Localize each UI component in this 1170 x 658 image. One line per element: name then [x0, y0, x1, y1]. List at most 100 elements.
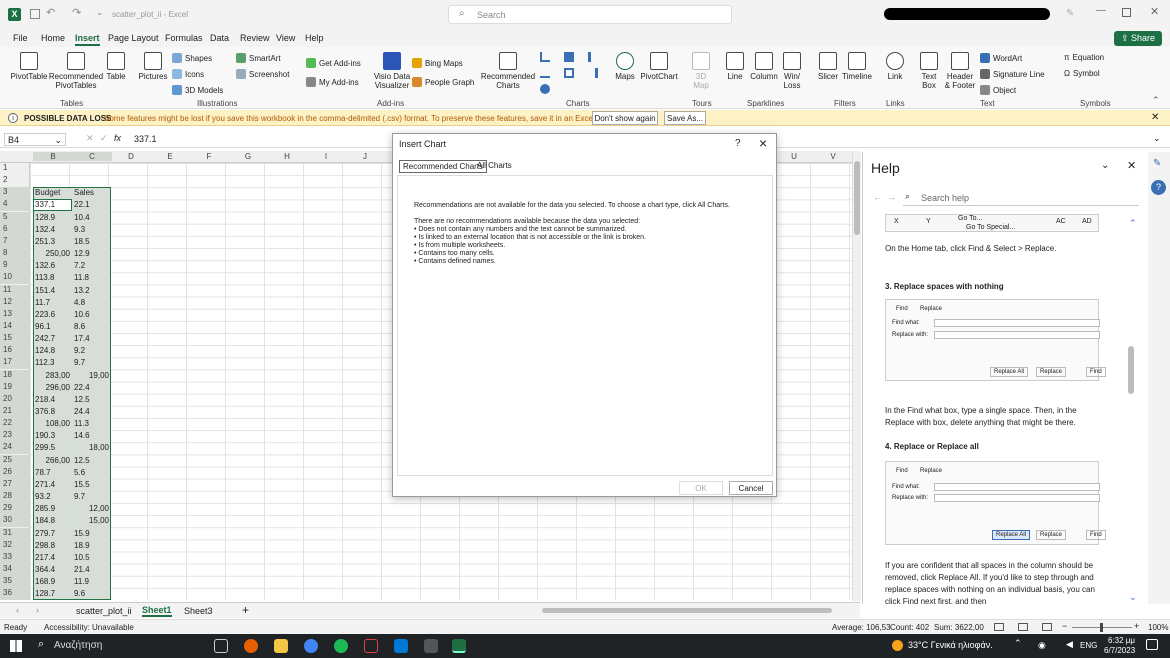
cell-sales[interactable]: 15.5 — [74, 479, 90, 491]
menu-data[interactable]: Data — [210, 33, 229, 43]
row-header[interactable]: 3 — [0, 187, 30, 200]
cell-budget[interactable]: 266,00 — [33, 455, 70, 467]
row-header[interactable]: 11 — [0, 284, 30, 297]
worksheet-vertical-scrollbar[interactable] — [852, 151, 861, 601]
share-button[interactable]: ⇪ Share — [1114, 31, 1162, 46]
symbol-button[interactable]: Ω Symbol — [1064, 69, 1100, 78]
row-header[interactable]: 30 — [0, 515, 30, 528]
help-icon[interactable]: ? — [1151, 180, 1166, 195]
cell-budget[interactable]: 376.8 — [35, 406, 55, 418]
hscroll-thumb[interactable] — [542, 608, 832, 613]
equation-button[interactable]: π Equation — [1064, 53, 1104, 62]
pen-icon[interactable]: ✎ — [1153, 158, 1161, 169]
column-header[interactable]: U — [774, 152, 814, 161]
row-header[interactable]: 17 — [0, 357, 30, 370]
cell-budget[interactable]: 168.9 — [35, 576, 55, 588]
column-header[interactable]: V — [813, 152, 853, 161]
ok-button[interactable]: OK — [679, 481, 723, 495]
winloss-button[interactable]: Win/ Loss — [780, 52, 804, 90]
row-header[interactable]: 27 — [0, 478, 30, 491]
zoom-in-icon[interactable]: + — [1134, 621, 1139, 631]
cell-sales[interactable]: 15.9 — [74, 528, 90, 540]
cell-budget[interactable]: 364.4 — [35, 564, 55, 576]
language-indicator[interactable]: ENG — [1080, 641, 1097, 650]
3d-map-button[interactable]: 3D Map — [688, 52, 714, 90]
cell-sales[interactable]: 18,00 — [72, 442, 109, 454]
cell-sales[interactable]: 18.5 — [74, 236, 90, 248]
row-header[interactable]: 10 — [0, 272, 30, 285]
next-sheet-icon[interactable]: › — [36, 605, 39, 615]
vscode-icon[interactable] — [394, 639, 408, 653]
cell-budget[interactable]: 298.8 — [35, 540, 55, 552]
statistic-chart-icon[interactable] — [564, 68, 574, 78]
cell-sales[interactable]: 13.2 — [74, 285, 90, 297]
people-graph-button[interactable]: People Graph — [412, 77, 474, 87]
page-break-view-icon[interactable] — [1042, 623, 1052, 631]
cell-budget[interactable]: 337.1 — [35, 199, 55, 211]
combo-chart-icon[interactable] — [588, 68, 598, 78]
row-header[interactable]: 14 — [0, 320, 30, 333]
sheet-tab-sheet1[interactable]: Sheet1 — [142, 605, 172, 617]
shapes-button[interactable]: Shapes — [172, 53, 212, 63]
row-header[interactable]: 35 — [0, 576, 30, 589]
clock-date[interactable]: 6/7/2023 — [1104, 646, 1135, 655]
cell-budget[interactable]: 128.7 — [35, 588, 55, 600]
clock-time[interactable]: 6:32 μμ — [1108, 636, 1135, 645]
cell-budget[interactable]: 242.7 — [35, 333, 55, 345]
row-header[interactable]: 34 — [0, 563, 30, 576]
row-header[interactable]: 2 — [0, 175, 30, 187]
waterfall-chart-icon[interactable] — [588, 52, 598, 62]
volume-icon[interactable]: ◀ — [1066, 639, 1073, 650]
cell-budget[interactable]: 96.1 — [35, 321, 51, 333]
wordart-button[interactable]: WordArt — [980, 53, 1022, 63]
cell-sales[interactable]: 21.4 — [74, 564, 90, 576]
cell-budget[interactable]: 285.9 — [35, 503, 55, 515]
cell-budget[interactable]: 108,00 — [33, 418, 70, 430]
task-view-icon[interactable] — [214, 639, 228, 653]
cell-budget[interactable]: 132.6 — [35, 260, 55, 272]
undo-icon[interactable]: ↶ — [46, 6, 55, 19]
cell-sales[interactable]: 18.9 — [74, 540, 90, 552]
cell-sales[interactable]: 19,00 — [72, 370, 109, 382]
timeline-button[interactable]: Timeline — [840, 52, 874, 81]
row-header[interactable]: 32 — [0, 539, 30, 552]
menu-review[interactable]: Review — [240, 33, 270, 43]
zoom-slider-thumb[interactable] — [1100, 623, 1103, 632]
row-header[interactable]: 33 — [0, 551, 30, 564]
cell-budget[interactable]: 283,00 — [33, 370, 70, 382]
cell-sales[interactable]: 24.4 — [74, 406, 90, 418]
close-window-button[interactable]: ✕ — [1150, 5, 1159, 18]
menu-help[interactable]: Help — [305, 33, 324, 43]
cell-budget[interactable]: 128.9 — [35, 212, 55, 224]
pen-icon[interactable]: ✎ — [1066, 8, 1074, 19]
row-header[interactable]: 7 — [0, 235, 30, 248]
help-close-icon[interactable]: ✕ — [1127, 159, 1136, 172]
cell-sales[interactable]: 9.2 — [74, 345, 85, 357]
cell-sales[interactable]: 10.6 — [74, 309, 90, 321]
row-header[interactable]: 12 — [0, 296, 30, 309]
save-icon[interactable] — [30, 9, 40, 19]
row-header[interactable]: 26 — [0, 466, 30, 479]
column-header[interactable]: D — [111, 152, 151, 161]
column-chart-icon[interactable] — [540, 52, 550, 62]
menu-file[interactable]: File — [13, 33, 28, 43]
dont-show-again-button[interactable]: Don't show again — [592, 111, 658, 125]
menu-view[interactable]: View — [276, 33, 295, 43]
cell-budget[interactable]: 190.3 — [35, 430, 55, 442]
dialog-help-button[interactable]: ? — [735, 138, 741, 149]
cell-budget[interactable]: 217.4 — [35, 552, 55, 564]
spotify-icon[interactable] — [334, 639, 348, 653]
cell-sales[interactable]: 22.1 — [74, 199, 90, 211]
row-header[interactable]: 16 — [0, 345, 30, 358]
firefox-icon[interactable] — [244, 639, 258, 653]
header-sales[interactable]: Sales — [74, 187, 94, 199]
cell-budget[interactable]: 299.5 — [35, 442, 55, 454]
prev-sheet-icon[interactable]: ‹ — [16, 605, 19, 615]
help-scrollbar[interactable] — [1127, 222, 1135, 602]
pivottable-button[interactable]: PivotTable — [8, 52, 50, 81]
column-header[interactable]: G — [228, 152, 268, 161]
column-header[interactable]: H — [267, 152, 307, 161]
pie-chart-icon[interactable] — [540, 84, 550, 94]
tab-all-charts[interactable]: All Charts — [477, 161, 512, 170]
taskbar-search[interactable]: Αναζήτηση — [54, 640, 102, 651]
